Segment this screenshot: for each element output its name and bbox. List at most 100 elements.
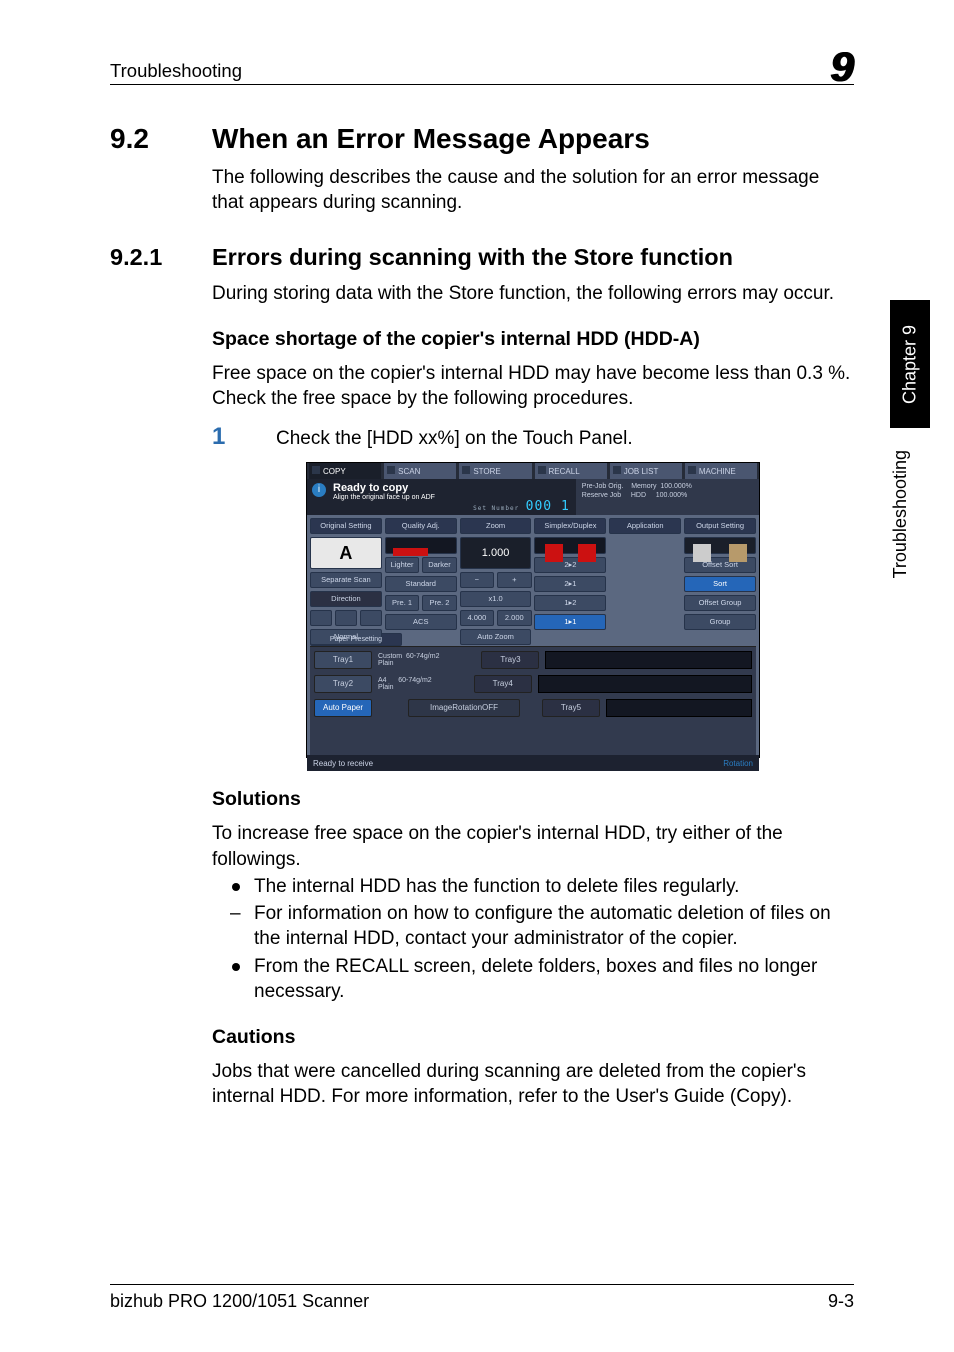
ss-tray2-button[interactable]: Tray2 [314,675,372,693]
ss-zoom-4000[interactable]: 4.000 [460,610,494,626]
ss-tab-store[interactable]: STORE [459,463,531,479]
ss-hdd-pct: 100.000% [656,492,688,499]
ss-head-quality[interactable]: Quality Adj. [385,518,457,534]
heading-title: When an Error Message Appears [212,123,650,155]
heading-solutions: Solutions [212,788,854,811]
ss-memory-label: Memory [631,483,656,490]
page-header: Troubleshooting 9 [110,40,854,85]
ss-sort[interactable]: Sort [684,576,756,592]
ss-offset-group[interactable]: Offset Group [684,595,756,611]
ss-prejob: Pre-Job Orig. [582,483,624,490]
ss-tray1-gsm: 60-74g/m2 [406,653,439,660]
ss-zoom-2000[interactable]: 2.000 [497,610,531,626]
bullet-1: The internal HDD has the function to del… [254,876,739,897]
ss-zoom-value: 1.000 [460,537,532,569]
ss-lighter[interactable]: Lighter [385,557,419,573]
ss-head-simplex[interactable]: Simplex/Duplex [534,518,606,534]
ss-head-output[interactable]: Output Setting [684,518,756,534]
paragraph-cautions: Jobs that were cancelled during scanning… [212,1059,854,1110]
ss-tray3-slot[interactable]: Tray3 [481,651,539,669]
ss-1-1[interactable]: 1▸1 [534,614,606,630]
ss-group[interactable]: Group [684,614,756,630]
list-item: The internal HDD has the function to del… [230,874,854,899]
ss-tab-bar: COPY SCAN STORE RECALL JOB LIST MACHINE [307,463,759,479]
ss-memory-pct: 100.000% [660,483,692,490]
ss-tab-joblist[interactable]: JOB LIST [610,463,682,479]
heading-cautions: Cautions [212,1026,854,1049]
ss-footer-rotation: Rotation [723,759,753,768]
ss-col-quality: Quality Adj. Lighter Darker Standard Pre… [385,518,457,630]
ss-status-title: Ready to copy [333,482,570,494]
ss-tab-scan[interactable]: SCAN [384,463,456,479]
page-footer: bizhub PRO 1200/1051 Scanner 9-3 [110,1284,854,1312]
step-number: 1 [212,425,276,450]
ss-pre1[interactable]: Pre. 1 [385,595,419,611]
bullet-2: For information on how to configure the … [254,903,831,949]
direction-1-icon[interactable] [310,610,332,626]
touch-panel-screenshot: COPY SCAN STORE RECALL JOB LIST MACHINE … [306,462,760,758]
ss-original-A: A [310,537,382,569]
running-head-left: Troubleshooting [110,60,242,82]
ss-auto-paper-button[interactable]: Auto Paper [314,699,372,717]
ss-tray1-plain: Plain [378,660,394,667]
ss-settings-grid: Original Setting A Separate Scan Directi… [307,515,759,633]
paragraph-solutions: To increase free space on the copier's i… [212,821,854,872]
ss-acs[interactable]: ACS [385,614,457,630]
ss-col-original: Original Setting A Separate Scan Directi… [310,518,382,630]
ss-tab-recall[interactable]: RECALL [535,463,607,479]
paragraph-921: During storing data with the Store funct… [212,281,854,306]
ss-set-value: 000 1 [526,499,570,514]
ss-tray2-plain: Plain [378,684,394,691]
list-item: From the RECALL screen, delete folders, … [230,954,854,1005]
info-icon: i [312,483,326,497]
ss-zoom-plus[interactable]: + [497,572,531,588]
ss-footer: Ready to receive Rotation [307,755,759,771]
side-tab: Chapter 9 Troubleshooting [890,300,930,840]
heading-9-2: 9.2 When an Error Message Appears [110,123,854,155]
ss-tray1-custom: Custom [378,653,402,660]
heading-title: Errors during scanning with the Store fu… [212,244,733,271]
ss-reserve: Reserve Job [582,492,621,499]
ss-head-application[interactable]: Application [609,518,681,534]
ss-tray4-indicator [538,675,752,693]
ss-set-label: Set Number [473,505,519,512]
step-text: Check the [HDD xx%] on the Touch Panel. [276,425,633,450]
ss-separate-scan[interactable]: Separate Scan [310,572,382,588]
ss-tray1-button[interactable]: Tray1 [314,651,372,669]
ss-direction-label: Direction [310,591,382,607]
ss-standard[interactable]: Standard [385,576,457,592]
ss-head-zoom[interactable]: Zoom [460,518,532,534]
direction-3-icon[interactable] [360,610,382,626]
heading-9-2-1: 9.2.1 Errors during scanning with the St… [110,244,854,271]
direction-2-icon[interactable] [335,610,357,626]
ss-zoom-x10[interactable]: x1.0 [460,591,532,607]
ss-tray5-indicator [606,699,752,717]
ss-quality-meter [385,537,457,554]
heading-space-shortage: Space shortage of the copier's internal … [212,328,854,351]
ss-tray2-a4: A4 [378,677,387,684]
ss-auto-zoom[interactable]: Auto Zoom [460,629,532,645]
ss-paper-presetting: Tray1 Custom 60-74g/m2 Plain Tray3 Tray2… [310,646,756,755]
ss-tray4-slot[interactable]: Tray4 [474,675,532,693]
ss-zoom-minus[interactable]: − [460,572,494,588]
bullet-3: From the RECALL screen, delete folders, … [254,956,817,1002]
ss-2-1[interactable]: 2▸1 [534,576,606,592]
ss-col-simplex: Simplex/Duplex 2▸2 2▸1 1▸2 1▸1 [534,518,606,630]
ss-darker[interactable]: Darker [422,557,456,573]
ss-image-rotation-off[interactable]: ImageRotationOFF [408,699,520,717]
heading-number: 9.2 [110,123,212,155]
ss-pre2[interactable]: Pre. 2 [422,595,456,611]
footer-page-number: 9-3 [828,1291,854,1312]
ss-hdd-label: HDD [631,492,646,499]
ss-tab-machine[interactable]: MACHINE [685,463,757,479]
ss-col-output: Output Setting Offset Sort Sort Offset G… [684,518,756,630]
ss-status-left: i Ready to copy Align the original face … [307,479,576,515]
step-1: 1 Check the [HDD xx%] on the Touch Panel… [212,425,854,450]
ss-tab-copy[interactable]: COPY [309,463,381,479]
ss-1-2[interactable]: 1▸2 [534,595,606,611]
ss-simplex-indicator [534,537,606,554]
chapter-number-top: 9 [831,46,854,88]
ss-tray5-slot[interactable]: Tray5 [542,699,600,717]
paragraph-space-shortage: Free space on the copier's internal HDD … [212,361,854,412]
ss-head-original[interactable]: Original Setting [310,518,382,534]
